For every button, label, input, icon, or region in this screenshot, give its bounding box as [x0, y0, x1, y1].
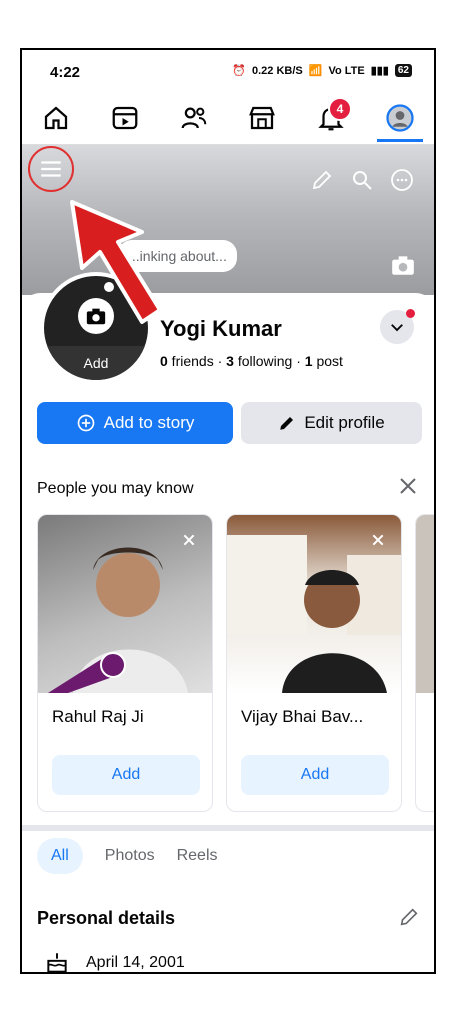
- tab-reels[interactable]: Reels: [177, 847, 218, 865]
- hamburger-menu-icon: [41, 161, 61, 177]
- menu-button[interactable]: [28, 146, 74, 192]
- person-photo[interactable]: [227, 515, 401, 693]
- red-arrow-annotation: [70, 200, 162, 324]
- person-name[interactable]: Vijay Bhai Bav...: [241, 707, 363, 727]
- store-icon: [249, 106, 276, 130]
- avatar-icon: [385, 104, 414, 132]
- plus-circle-icon: [77, 414, 94, 432]
- search-icon[interactable]: [350, 168, 374, 192]
- signal-icon: ▮▮▮: [370, 65, 389, 77]
- dismiss-button[interactable]: [365, 527, 391, 553]
- nav-marketplace[interactable]: [239, 95, 285, 141]
- profile-dropdown-button[interactable]: [380, 309, 415, 344]
- add-friend-button[interactable]: Add: [52, 755, 200, 795]
- net-speed: 0.22 KB/S: [251, 64, 303, 77]
- camera-icon[interactable]: [390, 252, 416, 278]
- alarm-icon: ⏰: [232, 65, 246, 77]
- active-tab-indicator: [376, 139, 423, 142]
- chevron-down-icon: [391, 324, 403, 332]
- close-icon: [372, 534, 384, 546]
- following-count: 3: [226, 353, 234, 369]
- tab-photos[interactable]: Photos: [105, 847, 155, 865]
- avatar-add-label: Add: [44, 346, 148, 380]
- following-label: following ·: [233, 353, 305, 369]
- wifi-icon: 📶: [308, 65, 323, 77]
- friends-label: friends ·: [167, 353, 227, 369]
- notification-dot: [406, 309, 415, 318]
- home-icon: [45, 106, 68, 130]
- posts-label: post: [312, 353, 343, 369]
- pencil-icon: [280, 417, 294, 430]
- nav-home[interactable]: [33, 95, 79, 141]
- friends-icon: [181, 107, 206, 129]
- add-friend-button[interactable]: Add: [241, 755, 389, 795]
- pencil-icon[interactable]: [398, 906, 420, 928]
- dismiss-button[interactable]: [176, 527, 202, 553]
- profile-stats: 0 friends · 3 following · 1 post: [160, 353, 343, 369]
- birthday-row: April 14, 2001: [44, 950, 185, 972]
- add-to-story-button[interactable]: Add to story: [37, 402, 233, 444]
- video-icon: [112, 106, 138, 130]
- close-icon: [183, 534, 195, 546]
- nav-friends[interactable]: [171, 95, 217, 141]
- pencil-icon[interactable]: [310, 168, 334, 192]
- edit-profile-button[interactable]: Edit profile: [241, 402, 422, 444]
- cake-icon: [47, 953, 67, 972]
- status-icons: ⏰ 0.22 KB/S 📶 Vo LTE ▮▮▮ 62: [232, 64, 412, 77]
- posts-count: 1: [304, 353, 313, 369]
- volte-label: Vo LTE: [328, 64, 365, 77]
- notification-badge: 4: [327, 97, 352, 121]
- status-bar: 4:22 ⏰ 0.22 KB/S 📶 Vo LTE ▮▮▮ 62: [22, 50, 434, 92]
- phone-frame: 4:22 ⏰ 0.22 KB/S 📶 Vo LTE ▮▮▮ 62 4 ...in…: [20, 48, 436, 974]
- pymk-card[interactable]: Vijay Bhai Bav... Add: [226, 514, 402, 812]
- birthday-date: April 14, 2001: [86, 954, 185, 971]
- status-time: 4:22: [50, 64, 81, 81]
- friends-count: 0: [160, 353, 168, 369]
- nav-profile[interactable]: [376, 95, 423, 142]
- personal-details-title: Personal details: [37, 908, 176, 928]
- section-divider: [22, 825, 434, 831]
- person-photo[interactable]: [38, 515, 212, 693]
- person-photo[interactable]: [416, 515, 434, 693]
- more-options-icon[interactable]: [390, 168, 414, 192]
- cover-actions: [310, 168, 414, 192]
- edit-profile-label: Edit profile: [304, 413, 385, 432]
- close-icon[interactable]: [396, 474, 420, 498]
- battery-indicator: 62: [394, 64, 412, 77]
- pymk-card[interactable]: Rahul Raj Ji Add: [37, 514, 213, 812]
- add-to-story-label: Add to story: [103, 413, 195, 432]
- pymk-card-partial[interactable]: [415, 514, 434, 812]
- tab-all[interactable]: All: [37, 838, 83, 874]
- nav-video[interactable]: [102, 95, 148, 141]
- nav-notifications[interactable]: 4: [308, 95, 354, 141]
- top-navigation: 4: [22, 92, 434, 145]
- profile-tabs: All Photos Reels: [37, 838, 218, 874]
- pymk-title: People you may know: [37, 480, 194, 497]
- person-name[interactable]: Rahul Raj Ji: [52, 707, 144, 727]
